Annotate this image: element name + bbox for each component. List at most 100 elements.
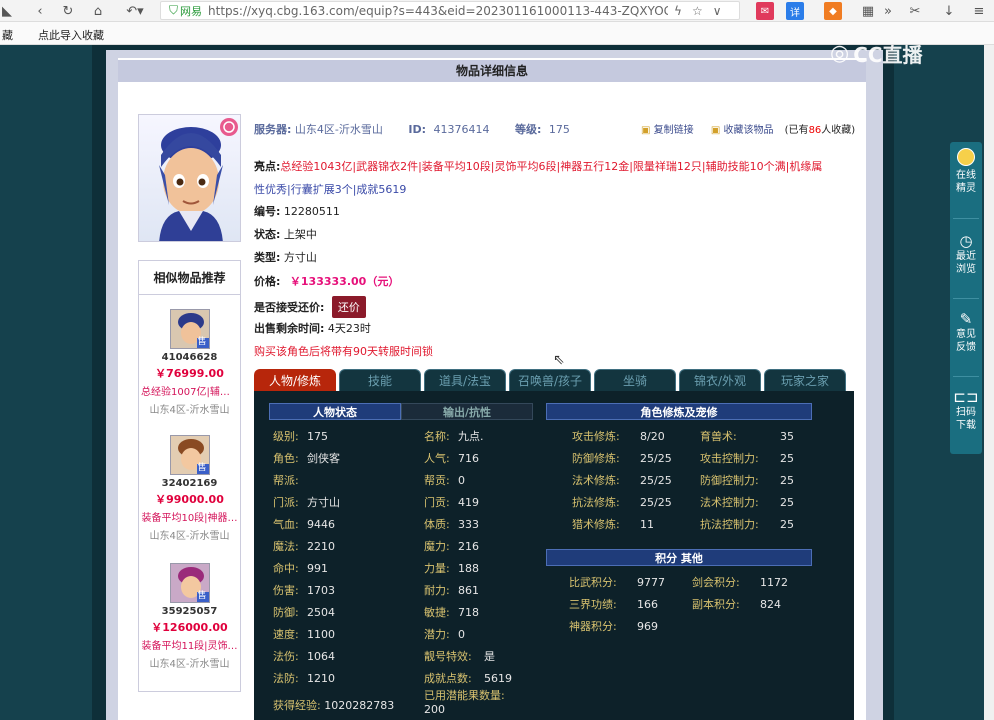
stat-row: 抗法控制力: 25 [700,516,794,532]
stat-label: 敏捷: [424,606,450,619]
bargain-button[interactable]: 还价 [331,296,366,318]
stat-value: 1100 [307,628,335,641]
menu-icon[interactable]: ◣ [0,2,14,20]
server-value: 山东4区-沂水雪山 [294,123,383,136]
stat-row: 魔法: 2210 [273,538,335,554]
tab-home[interactable]: 玩家之家 [764,369,846,391]
collect-button[interactable]: 收藏该物品 [723,125,773,136]
stat-value: 1703 [307,584,335,597]
stat-value: 25/25 [640,452,672,465]
similar-item-thumbnail[interactable]: 售 [169,309,210,349]
stat-label: 法伤: [273,650,299,663]
stat-row: 副本积分: 824 [692,596,781,612]
scissors-icon[interactable]: ✂ [904,2,926,20]
transfer-notice: 购买该角色后将带有90天转服时间锁 [254,345,433,358]
settings-menu-icon[interactable]: ≡ [970,2,988,20]
clock-icon: ◷ [959,232,973,250]
stat-row: 三界功绩: 166 [569,596,658,612]
star-icon[interactable]: ☆ [692,4,703,18]
tab-pets[interactable]: 召唤兽/孩子 [509,369,591,391]
refresh-icon[interactable]: ↻ [58,2,78,20]
tab-mounts[interactable]: 坐骑 [594,369,676,391]
similar-item-id: 35925057 [161,606,218,617]
copy-icon: ▣ [641,125,651,136]
stat-label: 人气: [424,452,450,465]
tab-character[interactable]: 人物/修炼 [254,369,336,391]
stat-label: 剑会积分: [692,576,740,589]
stat-label: 级别: [273,430,299,443]
more-icon[interactable]: » [880,2,896,20]
address-bar[interactable]: ⛉ 网易 https://xyq.cbg.163.com/equip?s=443… [160,1,740,20]
sidebar-item-recent[interactable]: ◷ 最近 浏览 [950,232,982,276]
bookmark-import-link[interactable]: 点此导入收藏 [38,27,104,43]
stat-row: 防御修炼: 25/25 [572,450,672,466]
sidebar-item-sprite[interactable]: 在线 精灵 [950,148,982,195]
sidebar-item-feedback[interactable]: ✎ 意见 反馈 [950,310,982,354]
stat-row: 剑会积分: 1172 [692,574,788,590]
stat-value: 35 [780,430,794,443]
stream-watermark: ◎ CC直播 [830,36,970,70]
translate-icon[interactable]: 详 [786,2,804,20]
bookmark-folder[interactable]: 藏 [2,27,13,43]
game-icon[interactable]: ◆ [824,2,842,20]
stat-value: 333 [458,518,479,531]
stat-row: 攻击控制力: 25 [700,450,794,466]
page-scrollbar[interactable] [984,45,994,720]
stat-value: 969 [637,620,658,633]
stat-value: 9446 [307,518,335,531]
stat-label: 角色: [273,452,299,465]
sidebar-item-scan[interactable]: ⊏⊐ 扫码 下载 [950,388,982,432]
grid-icon[interactable]: ▦ [860,2,876,20]
copy-link-button[interactable]: 复制链接 [654,125,694,136]
stat-label: 法术控制力: [700,496,759,509]
tab-outfits[interactable]: 锦衣/外观 [679,369,761,391]
similar-item-price: ￥99000.00 [155,493,224,506]
similar-item-desc: 总经验1007亿|辅助… [141,387,240,398]
stat-value: 216 [458,540,479,553]
home-icon[interactable]: ⌂ [88,2,108,20]
price-value: ￥133333.00（元） [289,275,400,288]
stat-row: 育兽术: 35 [700,428,794,444]
stat-row: 法防: 1210 [273,670,335,686]
similar-item[interactable]: 售 32402169 ￥99000.00 装备平均10段|神器… 山东4区-沂水… [139,435,240,542]
panel-title: 物品详细信息 [118,60,866,82]
floating-sidebar: 在线 精灵 ◷ 最近 浏览 ✎ 意见 反馈 ⊏⊐ 扫码 下载 [950,142,982,454]
serial-value: 12280511 [283,205,340,218]
similar-item-thumbnail[interactable]: 售 [169,435,210,475]
ext-red-icon[interactable]: ✉ [756,2,774,20]
item-actions: ▣ 复制链接 ▣ 收藏该物品 (已有86人收藏) [641,121,855,136]
remaining-row: 出售剩余时间: 4天23时 [254,322,371,335]
stat-row: 抗法修炼: 25/25 [572,494,672,510]
level-value: 175 [548,123,570,136]
stat-row: 体质: 333 [424,516,479,532]
similar-item[interactable]: 售 35925057 ￥126000.00 装备平均11段|灵饰… 山东4区-沂… [139,563,240,670]
section-output[interactable]: 输出/抗性 [401,403,533,420]
similar-item[interactable]: 售 41046628 ￥76999.00 总经验1007亿|辅助… 山东4区-沂… [139,309,240,416]
stat-value: 1172 [760,576,788,589]
stat-label: 速度: [273,628,299,641]
stat-label: 潜力: [424,628,450,641]
tab-skills[interactable]: 技能 [339,369,421,391]
stat-value: 25 [780,496,794,509]
download-icon[interactable]: ↓ [940,2,958,20]
stat-value: 9777 [637,576,665,589]
stat-row: 门贡: 419 [424,494,479,510]
price-row: 价格: ￥133333.00（元） [254,275,400,288]
stat-row: 成就点数: 5619 [424,670,512,686]
undo-icon[interactable]: ↶▾ [120,2,150,20]
stat-value: 25 [780,518,794,531]
chevron-down-icon[interactable]: ∨ [713,4,722,18]
similar-item-thumbnail[interactable]: 售 [169,563,210,603]
stat-row: 气血: 9446 [273,516,335,532]
potential-value: 200 [424,703,445,716]
stat-label: 三界功绩: [569,598,617,611]
stat-value: 剑侠客 [307,452,340,465]
back-icon[interactable]: ‹ [30,2,50,20]
edit-icon: ✎ [959,310,973,328]
tab-items[interactable]: 道具/法宝 [424,369,506,391]
lightning-icon[interactable]: ϟ [674,4,682,18]
stat-value: 5619 [484,672,512,685]
stat-value: 175 [307,430,328,443]
stat-row: 防御控制力: 25 [700,472,794,488]
section-char-status[interactable]: 人物状态 [269,403,401,420]
